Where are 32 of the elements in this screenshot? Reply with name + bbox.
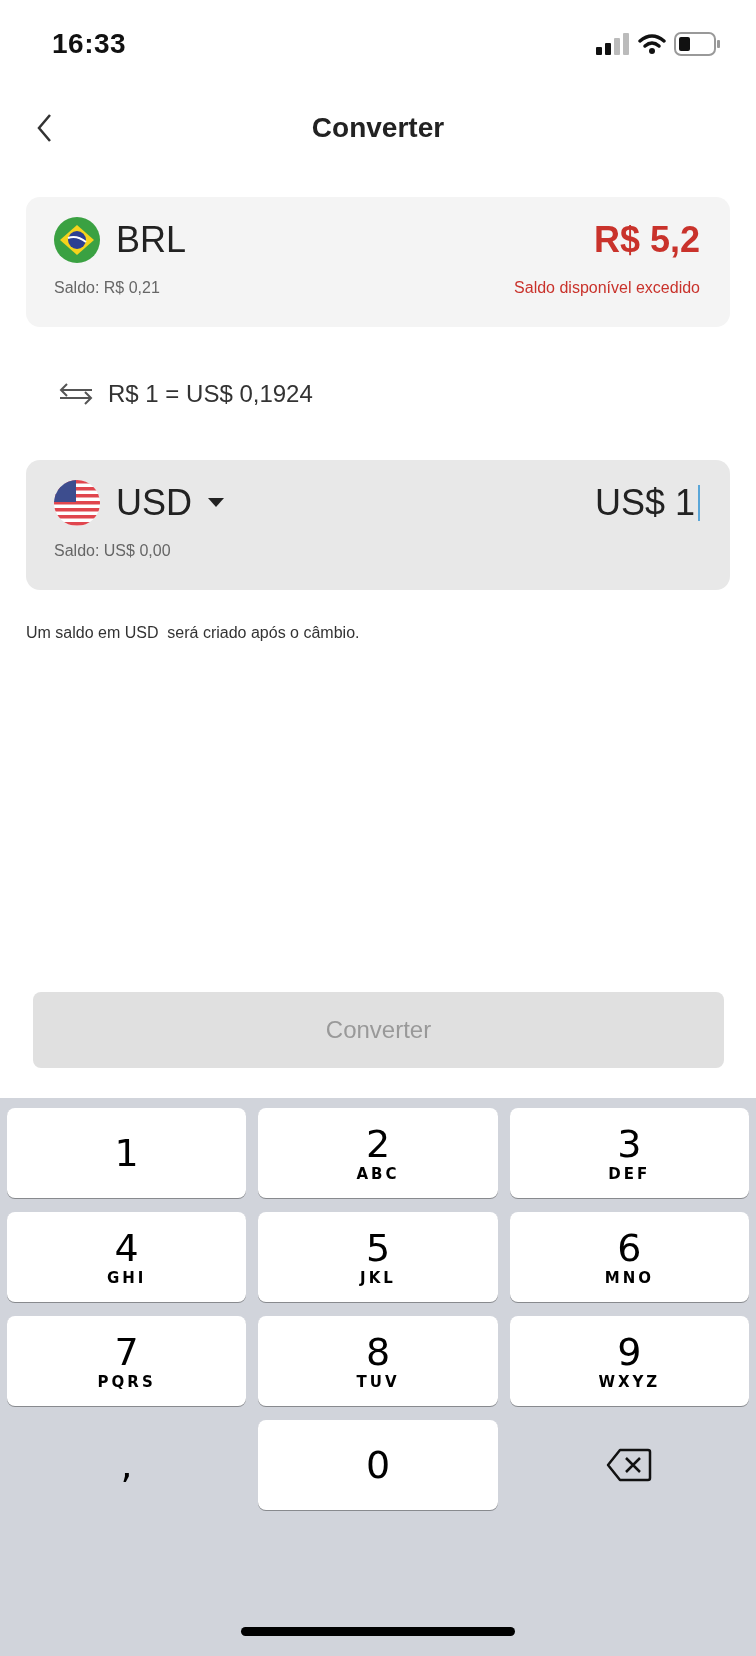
error-text: Saldo disponível excedido [514,279,700,297]
caret-icon[interactable] [208,498,224,508]
text-cursor [698,485,700,521]
exchange-rate: R$ 1 = US$ 0,1924 [108,379,313,408]
keypad-key[interactable]: 8 TUV [258,1316,498,1406]
status-time: 16:33 [52,28,127,60]
page-title: Converter [311,112,445,144]
swap-icon [58,382,94,405]
keypad-key[interactable]: 6 MNO [509,1212,749,1302]
battery-icon [674,32,720,56]
keypad-key[interactable]: 7 PQRS [7,1316,247,1406]
info-text: Um saldo em USD será criado após o câmbio. [26,624,361,642]
balance-text: Saldo: R$ 0,21 [54,279,160,297]
back-icon[interactable] [36,113,52,143]
backspace-icon[interactable] [606,1448,653,1482]
amount-value[interactable]: US$ 1 [594,482,695,524]
keypad-key[interactable]: 4 GHI [7,1212,247,1302]
keypad-key[interactable]: 9 WXYZ [509,1316,749,1406]
flag-icon [54,217,100,263]
signal-icon [596,33,630,55]
currency-code: BRL [116,219,187,261]
keypad-key[interactable]: 1 [7,1108,247,1198]
amount-value[interactable]: R$ 5,2 [593,219,700,261]
keypad-key[interactable]: 0 [258,1420,498,1510]
keypad-key[interactable]: 3 DEF [509,1108,749,1198]
balance-text: Saldo: US$ 0,00 [54,542,171,560]
flag-icon [54,480,100,526]
keypad-key[interactable]: 5 JKL [258,1212,498,1302]
currency-code[interactable]: USD [116,482,192,524]
wifi-icon [638,33,666,55]
keypad-key[interactable]: , [7,1420,247,1510]
keypad-key[interactable]: 2 ABC [258,1108,498,1198]
